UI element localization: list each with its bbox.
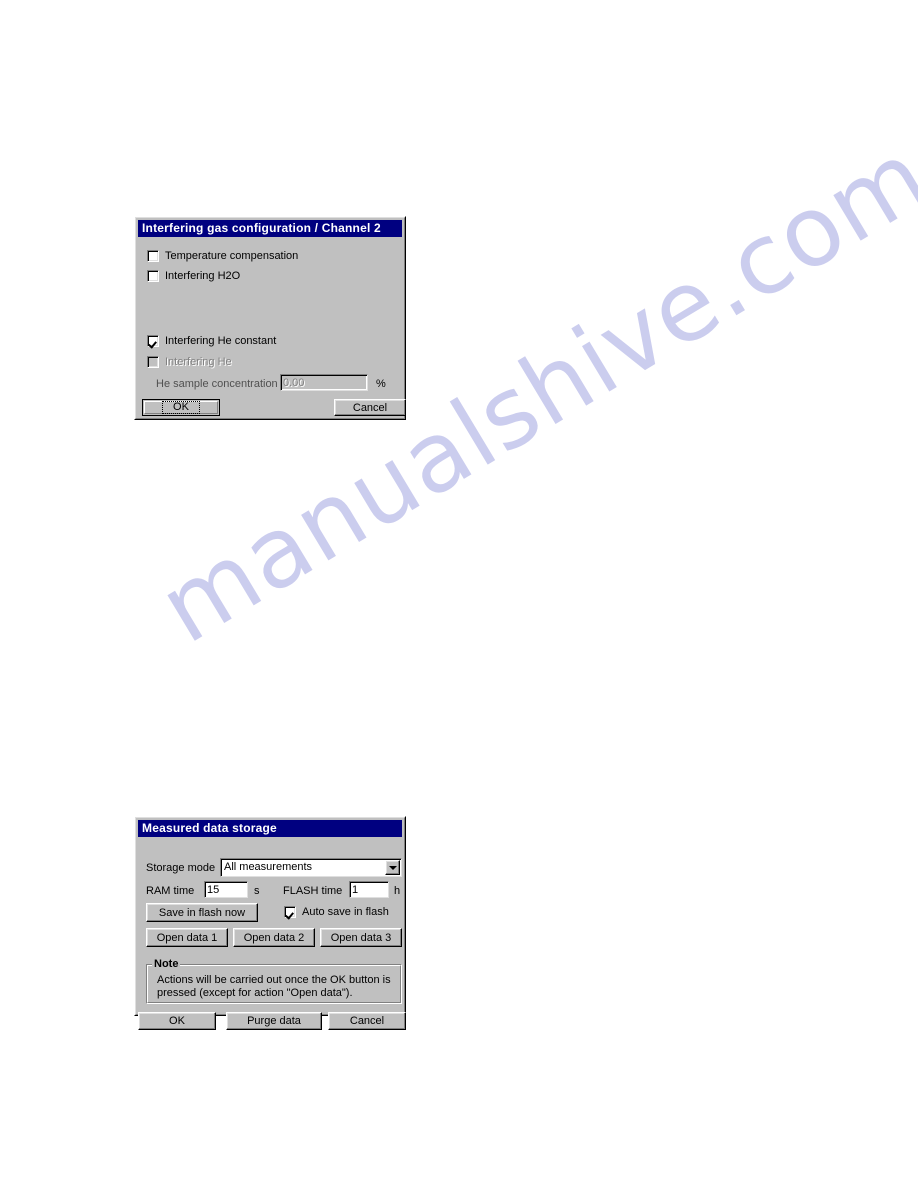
open-data-1-button[interactable]: Open data 1 <box>146 928 228 947</box>
he-sample-concentration-input: 0.00 <box>280 374 368 391</box>
ram-time-label: RAM time <box>146 885 195 897</box>
checkbox-label-auto-save-in-flash: Auto save in flash <box>302 906 389 918</box>
note-groupbox-title: Note <box>152 958 181 970</box>
checkbox-label-interfering-h2o: Interfering H2O <box>165 270 241 282</box>
dialog-body: Temperature compensation Interfering H2O… <box>138 237 406 417</box>
interfering-gas-configuration-dialog: Interfering gas configuration / Channel … <box>134 216 406 420</box>
flash-time-input[interactable]: 1 <box>349 881 389 898</box>
cancel-button[interactable]: Cancel <box>334 399 406 416</box>
dialog-inner-frame: Interfering gas configuration / Channel … <box>135 217 406 419</box>
dialog-titlebar: Interfering gas configuration / Channel … <box>138 220 402 237</box>
ok-button-face: OK <box>144 401 218 414</box>
checkbox-label-temperature-compensation: Temperature compensation <box>165 250 299 262</box>
checkbox-interfering-he <box>147 356 159 368</box>
save-in-flash-now-label: Save in flash now <box>158 906 246 919</box>
flash-time-label: FLASH time <box>283 885 343 897</box>
ram-time-input[interactable]: 15 <box>204 881 248 898</box>
dialog-body: Storage mode All measurements RAM time 1… <box>138 837 406 1030</box>
checkbox-temperature-compensation[interactable] <box>147 250 159 262</box>
checkbox-row-auto-save-in-flash[interactable]: Auto save in flash <box>284 906 389 918</box>
storage-mode-combobox[interactable]: All measurements <box>220 858 402 877</box>
checkbox-row-temperature-compensation[interactable]: Temperature compensation <box>147 250 298 262</box>
storage-mode-label: Storage mode <box>146 862 216 874</box>
checkbox-label-interfering-he-constant: Interfering He constant <box>165 335 277 347</box>
checkbox-auto-save-in-flash[interactable] <box>284 906 296 918</box>
checkbox-row-interfering-he: Interfering He <box>147 356 232 368</box>
note-line-2: pressed (except for action "Open data"). <box>157 987 353 999</box>
ok-button-label: OK <box>169 1015 185 1027</box>
purge-data-button[interactable]: Purge data <box>226 1012 322 1030</box>
open-data-2-label: Open data 2 <box>243 931 305 944</box>
flash-time-unit: h <box>394 885 401 897</box>
checkbox-interfering-he-constant[interactable] <box>147 335 159 347</box>
note-line-1: Actions will be carried out once the OK … <box>157 974 391 986</box>
open-data-1-label: Open data 1 <box>156 931 218 944</box>
dialog-title-text: Interfering gas configuration / Channel … <box>142 221 381 235</box>
note-groupbox-text: Actions will be carried out once the OK … <box>157 974 395 1000</box>
ram-time-unit: s <box>254 885 260 897</box>
cancel-button-label: Cancel <box>349 1015 385 1027</box>
cancel-button-label: Cancel <box>352 401 388 414</box>
chevron-down-icon[interactable] <box>385 860 400 875</box>
cancel-button[interactable]: Cancel <box>328 1012 406 1030</box>
storage-mode-value: All measurements <box>224 861 313 873</box>
open-data-3-label: Open data 3 <box>330 931 392 944</box>
checkbox-row-interfering-he-constant[interactable]: Interfering He constant <box>147 335 276 347</box>
checkbox-interfering-h2o[interactable] <box>147 270 159 282</box>
checkbox-row-interfering-h2o[interactable]: Interfering H2O <box>147 270 240 282</box>
dialog-titlebar: Measured data storage <box>138 820 402 837</box>
chevron-down-glyph <box>388 865 397 870</box>
he-sample-concentration-label: He sample concentration <box>156 378 278 390</box>
save-in-flash-now-button[interactable]: Save in flash now <box>146 903 258 922</box>
he-sample-concentration-unit: % <box>376 378 386 390</box>
purge-data-button-label: Purge data <box>247 1015 301 1027</box>
ok-button[interactable]: OK <box>142 399 220 416</box>
open-data-2-button[interactable]: Open data 2 <box>233 928 315 947</box>
dialog-title-text: Measured data storage <box>142 821 277 835</box>
open-data-3-button[interactable]: Open data 3 <box>320 928 402 947</box>
note-groupbox: Note Actions will be carried out once th… <box>146 958 402 1004</box>
measured-data-storage-dialog: Measured data storage Storage mode All m… <box>134 816 406 1030</box>
checkbox-label-interfering-he: Interfering He <box>165 356 232 368</box>
dialog-inner-frame: Measured data storage Storage mode All m… <box>135 817 406 1030</box>
ok-button[interactable]: OK <box>138 1012 216 1030</box>
ok-button-label: OK <box>162 401 200 414</box>
